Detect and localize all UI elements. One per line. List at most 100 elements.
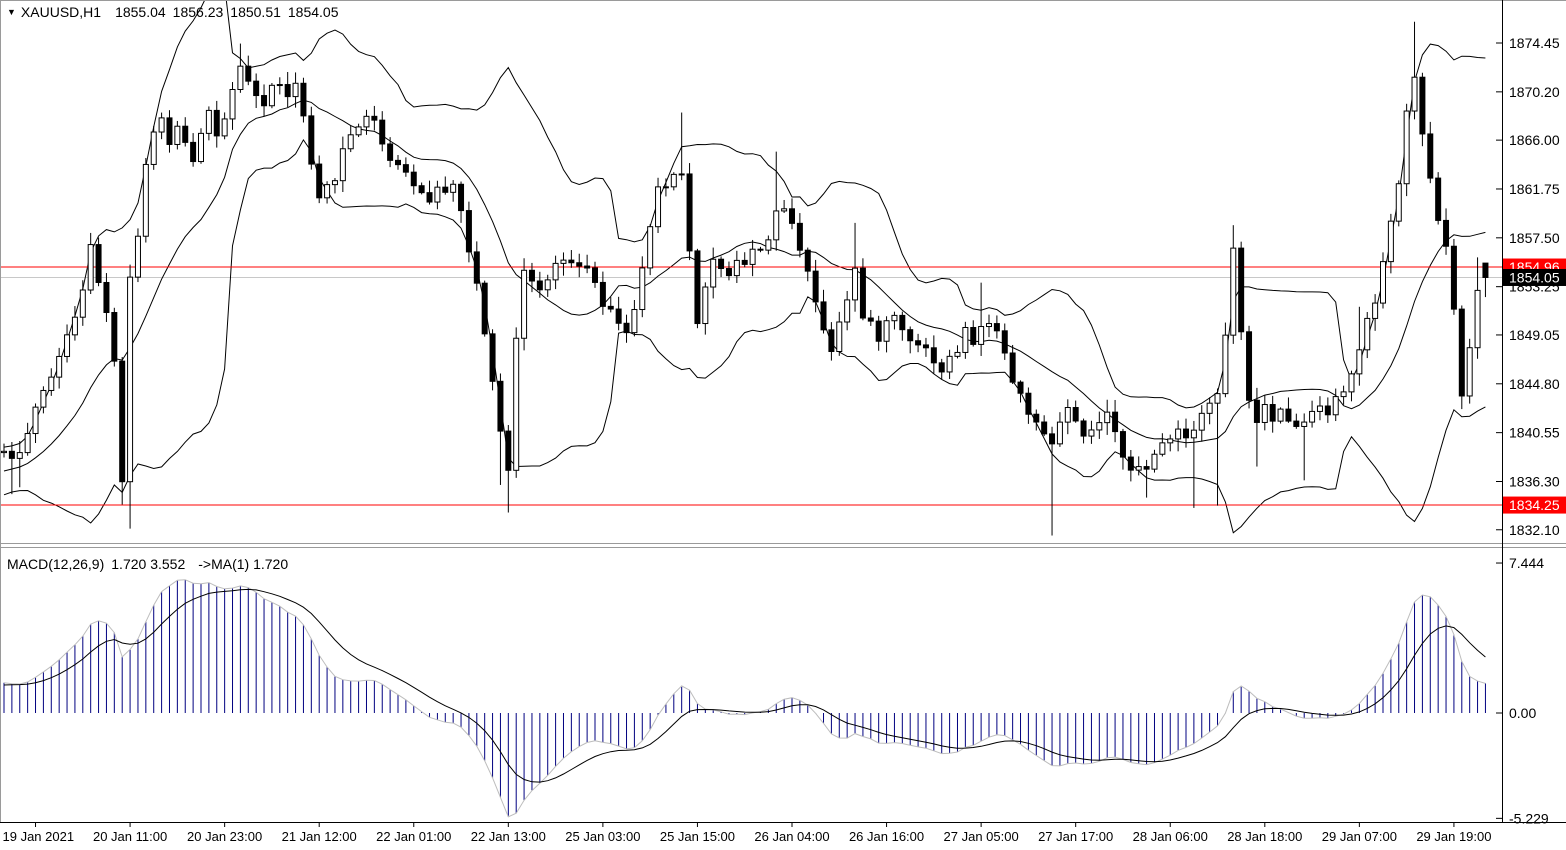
candle-body: [269, 85, 274, 105]
candle-body: [537, 281, 542, 290]
macd-name: MACD(12,26,9): [7, 556, 104, 572]
candle-body: [1396, 184, 1401, 221]
candle-body: [17, 453, 22, 459]
candle-body: [1483, 263, 1488, 277]
candle-body: [396, 160, 401, 164]
candle-body: [916, 341, 921, 345]
candle-body: [411, 172, 416, 186]
candle-body: [1057, 422, 1062, 444]
current-price-badge[interactable]: 1854.05: [1503, 269, 1566, 286]
candle-body: [65, 335, 70, 357]
candle-body: [388, 144, 393, 160]
candle-body: [663, 187, 668, 188]
candle-body: [41, 390, 46, 407]
candle-body: [1467, 348, 1472, 396]
candle-body: [1365, 318, 1370, 349]
candle-body: [947, 356, 952, 372]
time-axis-label: 26 Jan 16:00: [849, 829, 924, 844]
candle-body: [25, 434, 30, 453]
candle-body: [679, 174, 684, 175]
time-axis-label: 21 Jan 12:00: [282, 829, 357, 844]
candle-body: [317, 164, 322, 198]
candle-body: [332, 181, 337, 185]
chart-canvas[interactable]: 1874.451870.201866.001861.751857.501853.…: [0, 0, 1566, 850]
candle-body: [703, 287, 708, 324]
candle-body: [876, 321, 881, 341]
candle-body: [293, 83, 298, 96]
candle-body: [372, 116, 377, 120]
candle-body: [860, 268, 865, 318]
candle-body: [1026, 393, 1031, 414]
candle-body: [1073, 408, 1078, 421]
candle-body: [1302, 422, 1307, 426]
candle-body: [1317, 406, 1322, 411]
price-axis-label: 1832.10: [1509, 522, 1560, 538]
candle-body: [238, 66, 243, 89]
candle-body: [908, 330, 913, 341]
symbol-timeframe-label: XAUUSD,H1: [21, 4, 101, 20]
time-axis-label: 22 Jan 01:00: [376, 829, 451, 844]
candle-body: [1128, 457, 1133, 470]
candle-body: [593, 268, 598, 282]
candle-body: [167, 118, 172, 145]
price-axis-label: 1866.00: [1509, 132, 1560, 148]
candle-body: [474, 252, 479, 283]
candle-body: [1436, 178, 1441, 220]
candle-body: [1034, 414, 1039, 422]
time-axis-label: 27 Jan 17:00: [1038, 829, 1113, 844]
candle-body: [719, 259, 724, 268]
support-price-badge[interactable]: 1834.25: [1503, 497, 1566, 514]
candle-body: [1144, 467, 1149, 470]
candle-body: [1081, 421, 1086, 436]
candle-body: [112, 313, 117, 362]
candle-body: [600, 282, 605, 306]
candle-body: [466, 211, 471, 252]
time-axis-label: 29 Jan 19:00: [1416, 829, 1491, 844]
candle-body: [1333, 397, 1338, 415]
candle-body: [1065, 408, 1070, 423]
candle-body: [1223, 335, 1228, 393]
candle-body: [522, 270, 527, 338]
candle-body: [1459, 309, 1464, 396]
candle-body: [1475, 290, 1480, 347]
candle-body: [277, 85, 282, 86]
time-axis-label: 19 Jan 2021: [3, 829, 75, 844]
candle-body: [1113, 412, 1118, 431]
macd-indicator-label: MACD(12,26,9)1.720 3.552->MA(1) 1.720: [7, 556, 295, 572]
candle-body: [49, 377, 54, 390]
candle-body: [1325, 406, 1330, 415]
candle-body: [1278, 409, 1283, 421]
candle-body: [191, 142, 196, 161]
candle-body: [711, 259, 716, 287]
candle-body: [183, 126, 188, 142]
candle-body: [1247, 332, 1252, 400]
candle-body: [88, 245, 93, 290]
candle-body: [33, 407, 38, 433]
candle-body: [214, 110, 219, 135]
candle-body: [285, 85, 290, 97]
price-axis-label: 1844.80: [1509, 376, 1560, 392]
candle-body: [1270, 405, 1275, 422]
time-axis-label: 27 Jan 05:00: [944, 829, 1019, 844]
candle-body: [797, 223, 802, 250]
candle-body: [1310, 411, 1315, 422]
candle-body: [624, 323, 629, 332]
candle-body: [868, 318, 873, 321]
candle-body: [340, 149, 345, 181]
candle-body: [1199, 413, 1204, 430]
price-axis-label: 1840.55: [1509, 425, 1560, 441]
candle-body: [348, 135, 353, 149]
candle-body: [742, 260, 747, 264]
candle-body: [159, 118, 164, 132]
candle-body: [451, 184, 456, 192]
candle-body: [1136, 467, 1141, 471]
candle-body: [545, 280, 550, 290]
chart-background: [0, 0, 1566, 850]
candle-body: [687, 174, 692, 251]
candle-body: [199, 133, 204, 161]
time-axis-label: 28 Jan 18:00: [1227, 829, 1302, 844]
candle-body: [837, 322, 842, 352]
candle-body: [955, 352, 960, 356]
symbol-dropdown-icon[interactable]: ▼: [7, 7, 16, 17]
candle-body: [987, 324, 992, 327]
